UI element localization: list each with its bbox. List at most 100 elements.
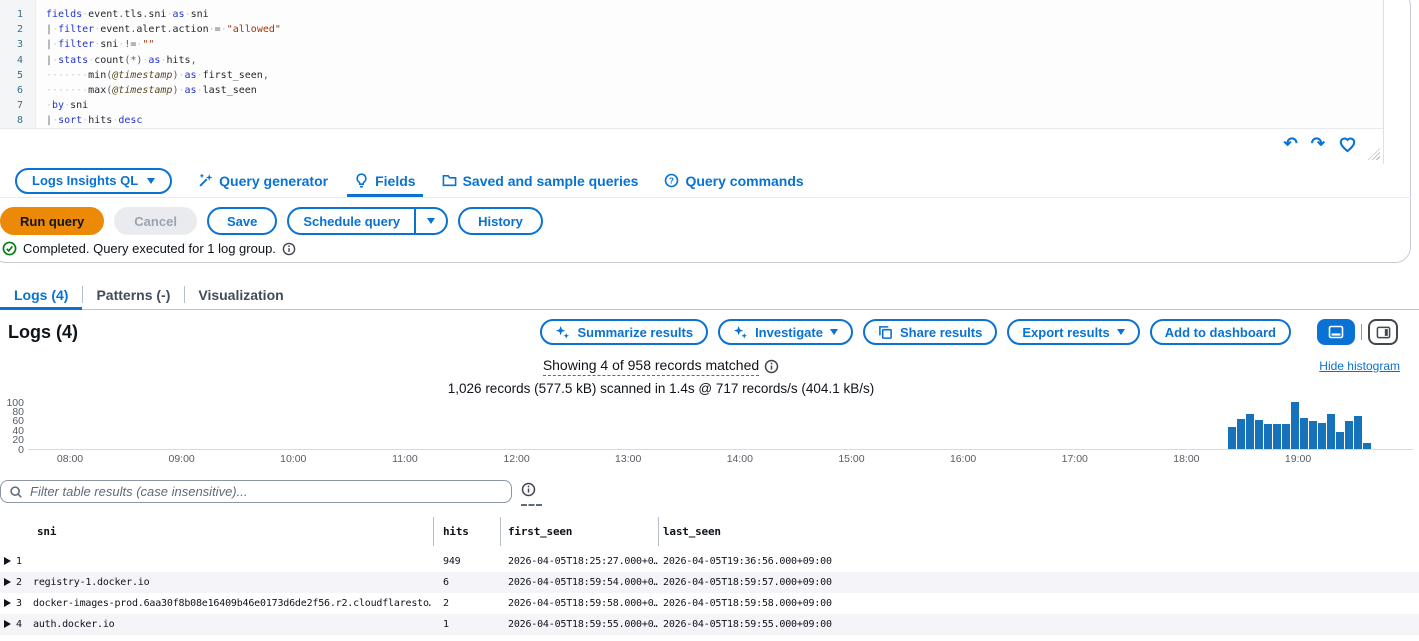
expand-row-icon[interactable] <box>4 620 11 628</box>
row-number: 1 <box>16 556 22 567</box>
chevron-down-icon <box>147 178 155 184</box>
status-message: Completed. Query executed for 1 log grou… <box>23 241 276 256</box>
code-line: |·stats·count(*)·as·hits, <box>46 53 281 68</box>
histogram-bar <box>1237 419 1245 449</box>
favorite-heart-icon[interactable] <box>1338 135 1357 154</box>
filter-table-input[interactable]: Filter table results (case insensitive).… <box>0 480 512 503</box>
hide-histogram-link[interactable]: Hide histogram <box>1319 359 1400 373</box>
expand-row-icon[interactable] <box>4 599 11 607</box>
results-title: Logs (4) <box>8 322 78 343</box>
cell-last-seen: 2026-04-05T18:59:55.000+09:00 <box>663 619 832 630</box>
histogram-bar <box>1345 421 1353 449</box>
export-results-button[interactable]: Export results <box>1007 319 1139 345</box>
row-number: 2 <box>16 577 22 588</box>
help-circle-icon: ? <box>664 173 679 188</box>
cell-first-seen: 2026-04-05T18:59:54.000+0… <box>508 577 658 588</box>
histogram-bar <box>1291 402 1299 449</box>
filter-info-icon[interactable] <box>521 482 542 506</box>
tab-visualization[interactable]: Visualization <box>184 280 297 309</box>
table-filter-row: Filter table results (case insensitive).… <box>0 480 560 506</box>
sparkle-icon <box>733 325 748 340</box>
cell-last-seen: 2026-04-05T18:59:58.000+09:00 <box>663 598 832 609</box>
line-number: 6 <box>0 83 23 98</box>
toolbar-item-saved-and-sample-queries[interactable]: Saved and sample queries <box>442 164 639 197</box>
histogram-bar <box>1255 420 1263 449</box>
split-view-bottom-toggle[interactable] <box>1317 319 1355 345</box>
results-histogram: 10080604020008:0009:0010:0011:0012:0013:… <box>0 392 1419 468</box>
toolbar-item-query-commands[interactable]: ?Query commands <box>664 164 803 197</box>
table-row[interactable]: 4auth.docker.io12026-04-05T18:59:55.000+… <box>0 614 1419 635</box>
column-header-first-seen: first_seen <box>508 525 572 538</box>
histogram-bar <box>1354 416 1362 449</box>
histogram-bar <box>1282 424 1290 449</box>
table-row[interactable]: 3docker-images-prod.6aa30f8b08e16409b46e… <box>0 593 1419 614</box>
results-header: Logs (4) Summarize results Investigate Sha… <box>8 318 1398 346</box>
tab-logs[interactable]: Logs (4) <box>0 280 82 309</box>
code-line: ·······max(@timestamp)·as·last_seen <box>46 83 281 98</box>
save-button[interactable]: Save <box>207 207 277 235</box>
x-axis-tick-label: 18:00 <box>1164 453 1208 465</box>
query-code-area[interactable]: 12345678 fields·event.tls.sni·as·sni|·fi… <box>0 0 1383 129</box>
histogram-bars <box>1228 392 1371 449</box>
histogram-bar <box>1336 432 1344 449</box>
toolbar-item-label: Saved and sample queries <box>463 173 639 189</box>
search-icon <box>9 485 23 499</box>
redo-icon[interactable]: ↷ <box>1311 133 1325 155</box>
schedule-query-caret[interactable] <box>414 209 446 233</box>
expand-row-icon[interactable] <box>4 557 11 565</box>
expand-row-icon[interactable] <box>4 578 11 586</box>
code-line: fields·event.tls.sni·as·sni <box>46 7 281 22</box>
cell-hits: 6 <box>443 577 449 588</box>
run-query-button[interactable]: Run query <box>0 207 104 235</box>
histogram-bar <box>1309 421 1317 449</box>
column-header-hits: hits <box>443 525 469 538</box>
summarize-results-button[interactable]: Summarize results <box>540 319 708 345</box>
table-row[interactable]: 2 registry-1.docker.io 6 2026-04-05T18:59:5… <box>0 572 1419 593</box>
toolbar-item-fields[interactable]: Fields <box>354 164 415 197</box>
records-matched-text: Showing 4 of 958 records matched <box>543 357 759 376</box>
lightbulb-icon <box>354 173 369 188</box>
investigate-button[interactable]: Investigate <box>718 319 853 345</box>
histogram-bar <box>1300 418 1308 449</box>
x-axis-tick-label: 19:00 <box>1276 453 1320 465</box>
query-editor: 12345678 fields·event.tls.sni·as·sni|·fi… <box>0 0 1384 164</box>
column-header-sni: sni <box>37 525 56 538</box>
column-divider[interactable] <box>500 517 501 546</box>
history-button[interactable]: History <box>458 207 543 235</box>
cell-first-seen: 2026-04-05T18:59:58.000+0… <box>508 598 658 609</box>
line-number: 4 <box>0 53 23 68</box>
toolbar-item-label: Fields <box>375 173 415 189</box>
column-divider[interactable] <box>658 517 659 546</box>
toolbar-item-query-generator[interactable]: Query generator <box>198 164 328 197</box>
line-number: 5 <box>0 68 23 83</box>
schedule-query-button[interactable]: Schedule query <box>287 207 448 235</box>
table-row[interactable]: 19492026-04-05T18:25:27.000+0…2026-04-05… <box>0 551 1419 572</box>
code-line: ·······min(@timestamp)·as·first_seen, <box>46 68 281 83</box>
cell-last-seen: 2026-04-05T18:59:57.000+09:00 <box>663 577 832 588</box>
split-view-side-toggle[interactable] <box>1368 319 1398 345</box>
results-table: snihitsfirst_seenlast_seen 19492026-04-0… <box>0 512 1419 635</box>
editor-resize-handle[interactable] <box>1368 148 1380 160</box>
sparkle-icon <box>555 325 570 340</box>
undo-icon[interactable]: ↶ <box>1284 133 1298 155</box>
column-divider[interactable] <box>433 517 434 546</box>
language-selector-dropdown[interactable]: Logs Insights QL <box>15 168 172 194</box>
x-axis-tick-label: 08:00 <box>48 453 92 465</box>
add-to-dashboard-button[interactable]: Add to dashboard <box>1150 319 1291 345</box>
cancel-button[interactable]: Cancel <box>114 207 197 235</box>
info-icon[interactable] <box>282 242 296 256</box>
cell-hits: 949 <box>443 556 460 567</box>
share-results-button[interactable]: Share results <box>863 319 997 345</box>
line-number: 1 <box>0 7 23 22</box>
histogram-bar <box>1318 423 1326 449</box>
results-tab-bar: Logs (4) Patterns (-) Visualization <box>0 280 1419 310</box>
histogram-bar <box>1327 414 1335 449</box>
cell-sni: registry-1.docker.io <box>33 577 149 588</box>
tab-patterns[interactable]: Patterns (-) <box>82 280 184 309</box>
code-line: |·filter·event.alert.action·=·"allowed" <box>46 22 281 37</box>
chevron-down-icon <box>427 218 435 224</box>
histogram-bar <box>1363 443 1371 449</box>
histogram-bar <box>1273 424 1281 449</box>
chevron-down-icon <box>830 329 838 335</box>
info-icon[interactable] <box>764 359 779 374</box>
